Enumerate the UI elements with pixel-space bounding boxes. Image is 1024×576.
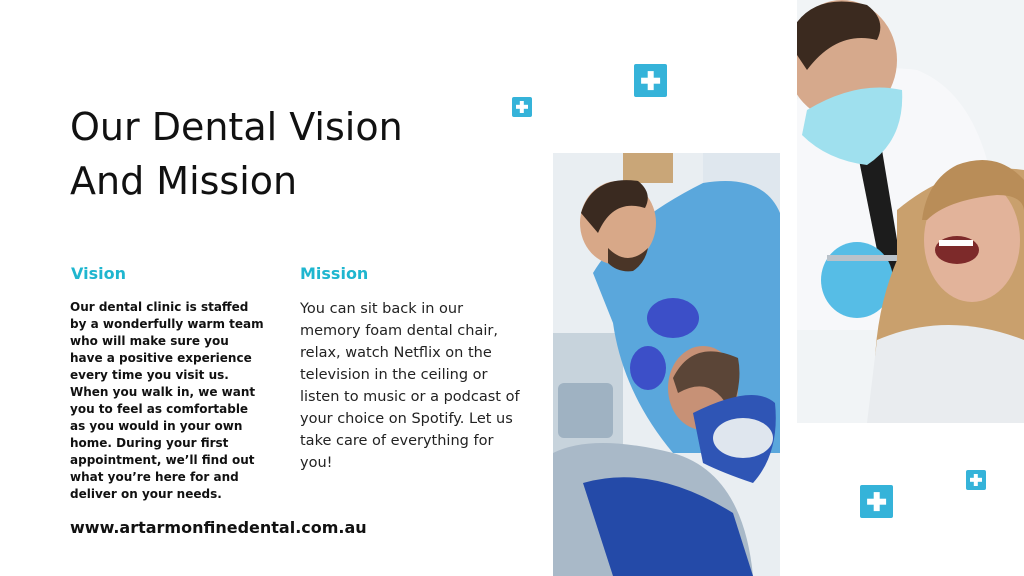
- website-link[interactable]: www.artarmonfinedental.com.au: [70, 518, 367, 537]
- dentist-with-patient-photo: [553, 153, 780, 576]
- mission-heading: Mission: [300, 264, 369, 283]
- title-line-2: And Mission: [70, 159, 298, 203]
- vision-text: Our dental clinic is staffed by a wonder…: [70, 300, 264, 501]
- page-title: Our Dental Vision And Mission: [70, 100, 490, 208]
- mission-text: You can sit back in our memory foam dent…: [300, 301, 520, 471]
- medical-plus-icon: [634, 64, 667, 97]
- medical-plus-icon: [512, 97, 532, 117]
- medical-plus-icon: [860, 485, 893, 518]
- title-line-1: Our Dental Vision: [70, 105, 403, 149]
- medical-plus-icon: [966, 470, 986, 490]
- dentist-with-smiling-patient-photo: [797, 0, 1024, 423]
- vision-heading: Vision: [71, 264, 126, 283]
